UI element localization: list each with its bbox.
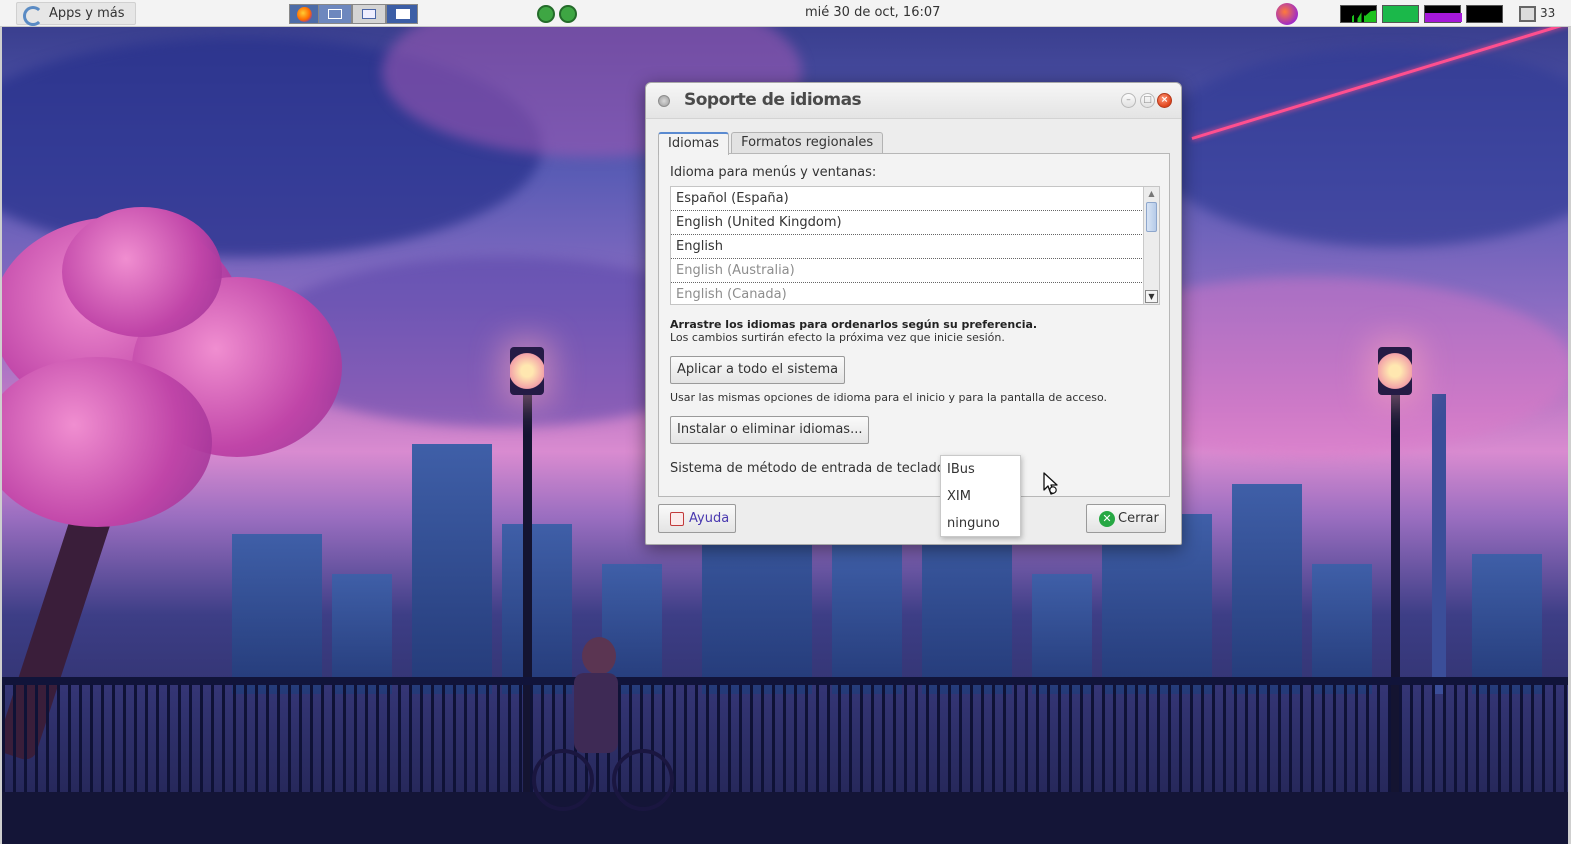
languages-scrollbar[interactable]: ▲ ▼ (1143, 187, 1159, 304)
languages-heading: Idioma para menús y ventanas: (670, 165, 877, 180)
scrollbar-thumb[interactable] (1146, 202, 1157, 232)
input-method-label: Sistema de método de entrada de teclado: (670, 461, 950, 476)
install-remove-languages-button[interactable]: Instalar o eliminar idiomas... (670, 416, 870, 444)
window-icon (328, 9, 342, 19)
dialog-title: Soporte de idiomas (684, 90, 862, 110)
input-method-dropdown[interactable]: IBus XIM ninguno (940, 455, 1021, 537)
relogin-hint: Los cambios surtirán efecto la próxima v… (670, 331, 1005, 344)
wallpaper-tree-crown (62, 207, 222, 337)
notifications-count: 33 (1540, 6, 1556, 20)
tab-formatos-regionales[interactable]: Formatos regionales (731, 132, 884, 154)
memory-monitor[interactable] (1382, 5, 1419, 23)
wallpaper-building (412, 444, 492, 694)
wallpaper-cyclist (522, 637, 674, 811)
dialog-titlebar[interactable]: Soporte de idiomas – □ × (646, 83, 1181, 119)
cyclist-head (582, 637, 616, 675)
wallpaper-building (1432, 394, 1446, 694)
wallpaper-building (1232, 484, 1302, 694)
wallpaper-ground (2, 792, 1568, 844)
green-app-icon[interactable] (537, 5, 555, 23)
help-button-label: Ayuda (689, 510, 730, 526)
firefox-icon (297, 7, 312, 22)
wallpaper-building (232, 534, 322, 694)
system-app-icon[interactable] (1276, 3, 1298, 25)
apply-note: Usar las mismas opciones de idioma para … (670, 391, 1108, 404)
close-button[interactable]: ✕ Cerrar (1086, 504, 1166, 533)
language-item[interactable]: English (Australia) (671, 259, 1142, 283)
network-monitor[interactable] (1424, 5, 1462, 23)
wallpaper-building (1472, 554, 1542, 694)
bicycle-wheel (532, 749, 594, 811)
window-icon (396, 9, 410, 19)
wallpaper-building (832, 544, 902, 694)
apps-menu-button[interactable]: Apps y más (16, 2, 136, 26)
taskbar-window-button[interactable] (386, 4, 418, 24)
taskbar-window-button[interactable] (318, 4, 352, 24)
wallpaper-building (1032, 574, 1092, 694)
input-method-option[interactable]: ninguno (941, 510, 1020, 537)
panel-clock[interactable]: mié 30 de oct, 16:07 (805, 5, 940, 20)
close-button-label: Cerrar (1118, 510, 1159, 526)
taskbar-firefox-button[interactable] (289, 4, 319, 24)
language-item[interactable]: Español (España) (671, 187, 1142, 211)
load-monitor[interactable] (1466, 5, 1503, 23)
scroll-down-arrow-icon[interactable]: ▼ (1145, 290, 1158, 303)
close-circle-icon: ✕ (1099, 511, 1115, 527)
top-panel: Apps y más mié 30 de oct, 16:07 33 (0, 0, 1571, 27)
cyclist-body (574, 673, 618, 753)
tab-bar: Idiomas Formatos regionales (658, 132, 885, 155)
input-method-option[interactable]: XIM (941, 483, 1020, 510)
cpu-monitor[interactable] (1340, 5, 1377, 23)
close-window-button[interactable]: × (1157, 93, 1172, 108)
maximize-button[interactable]: □ (1140, 93, 1155, 108)
window-icon (362, 9, 376, 19)
language-support-dialog: Soporte de idiomas – □ × Idiomas Formato… (645, 82, 1182, 545)
apps-menu-icon (21, 4, 43, 26)
language-item[interactable]: English (671, 235, 1142, 259)
mouse-cursor-icon (1043, 472, 1058, 495)
wallpaper-building (1312, 564, 1372, 694)
wallpaper-lamp-light (510, 347, 544, 395)
language-item[interactable]: English (Canada) (671, 283, 1142, 304)
tab-panel: Idioma para menús y ventanas: Español (E… (658, 153, 1170, 497)
wallpaper-building (332, 574, 392, 694)
taskbar-window-button[interactable] (352, 4, 386, 24)
bicycle-wheel (612, 749, 674, 811)
green-app-icon[interactable] (559, 5, 577, 23)
languages-list[interactable]: Español (España) English (United Kingdom… (670, 186, 1160, 305)
apps-menu-label: Apps y más (49, 6, 125, 21)
drag-hint: Arrastre los idiomas para ordenarlos seg… (670, 318, 1038, 331)
help-icon (670, 512, 684, 526)
wallpaper-tree-crown (2, 357, 212, 527)
language-item[interactable]: English (United Kingdom) (671, 211, 1142, 235)
wallpaper-railing (2, 677, 1568, 797)
scroll-up-arrow-icon[interactable]: ▲ (1145, 188, 1158, 201)
help-button[interactable]: Ayuda (658, 504, 737, 533)
tab-idiomas[interactable]: Idiomas (658, 132, 730, 155)
window-menu-icon[interactable] (658, 95, 670, 107)
wallpaper-lamp-light (1378, 347, 1412, 395)
notifications-icon[interactable] (1519, 6, 1536, 22)
wallpaper-cloud (1152, 47, 1568, 247)
minimize-button[interactable]: – (1121, 93, 1136, 108)
apply-system-wide-button[interactable]: Aplicar a todo el sistema (670, 356, 846, 384)
input-method-option[interactable]: IBus (941, 456, 1020, 483)
